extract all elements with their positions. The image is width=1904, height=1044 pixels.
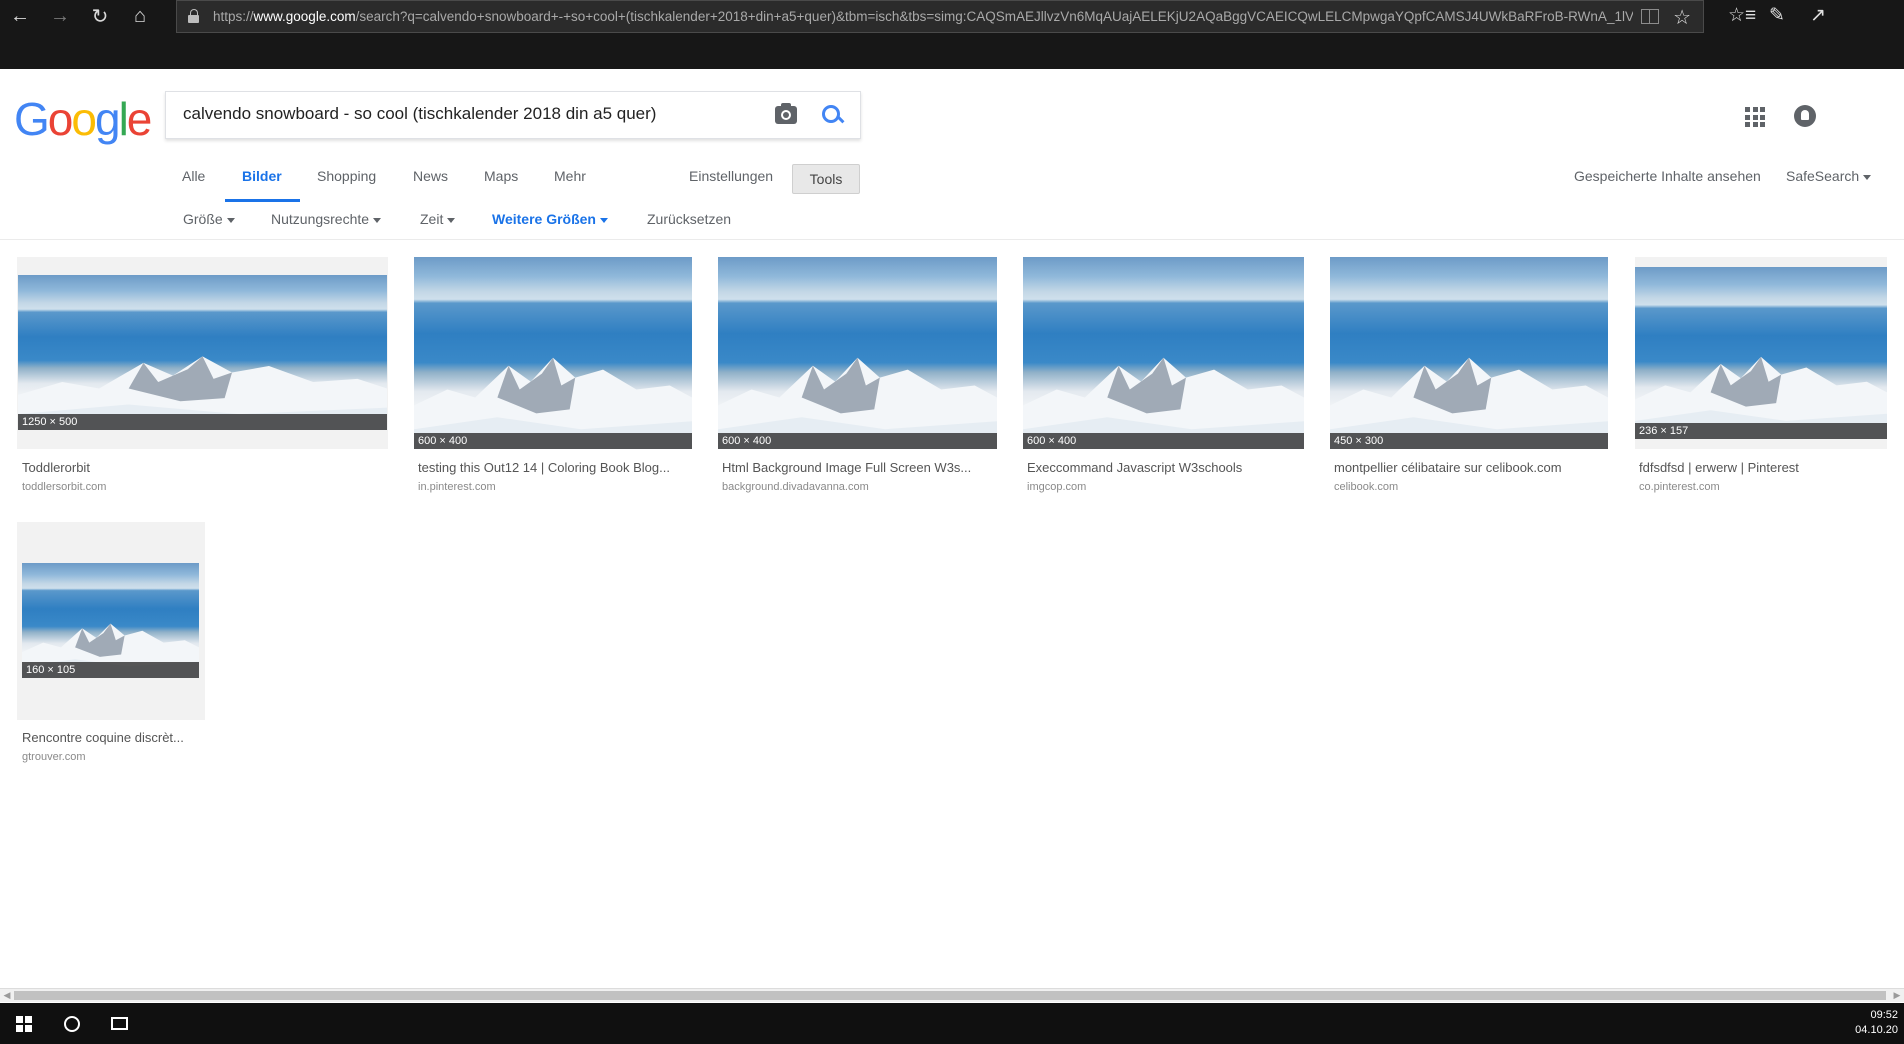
cortana-search-icon[interactable]: [64, 1016, 80, 1032]
address-url: https://www.google.com/search?q=calvendo…: [213, 9, 1633, 24]
chevron-down-icon: [447, 217, 456, 223]
browser-chrome: ← → ↻ ⌂ https://www.google.com/search?q=…: [0, 0, 1904, 69]
result-image[interactable]: 236 × 157: [1635, 267, 1887, 439]
horizontal-scrollbar[interactable]: ◀ ▶: [0, 988, 1904, 1002]
result-title[interactable]: testing this Out12 14 | Coloring Book Bl…: [418, 460, 690, 475]
image-dimensions: 450 × 300: [1330, 433, 1608, 449]
logo-letter: o: [47, 93, 74, 145]
image-dimensions: 600 × 400: [718, 433, 997, 449]
system-clock[interactable]: 09:52 04.10.20: [1855, 1008, 1898, 1038]
tab-images[interactable]: Bilder: [242, 168, 282, 184]
scroll-left-icon[interactable]: ◀: [0, 989, 14, 1002]
mountain-image: [1330, 357, 1608, 449]
result-image[interactable]: 450 × 300: [1330, 257, 1608, 449]
scroll-right-icon[interactable]: ▶: [1890, 989, 1904, 1002]
filter-size[interactable]: Größe: [183, 211, 235, 227]
chevron-down-icon: [1863, 174, 1872, 180]
favorites-list-icon[interactable]: ☆≡: [1728, 4, 1756, 27]
chevron-down-icon: [600, 217, 608, 223]
google-logo[interactable]: Google: [14, 92, 153, 146]
logo-letter: e: [126, 93, 153, 145]
result-title[interactable]: fdfsdfsd | erwerw | Pinterest: [1639, 460, 1887, 475]
result-domain[interactable]: gtrouver.com: [22, 751, 86, 763]
image-dimensions: 236 × 157: [1635, 423, 1887, 439]
camera-icon[interactable]: [775, 103, 797, 124]
result-image[interactable]: 600 × 400: [414, 257, 692, 449]
tab-more[interactable]: Mehr: [554, 168, 586, 184]
filter-reset[interactable]: Zurücksetzen: [647, 211, 731, 227]
logo-letter: l: [118, 93, 129, 145]
safesearch-dropdown[interactable]: SafeSearch: [1786, 168, 1872, 184]
lock-icon: [187, 8, 201, 25]
avatar[interactable]: [1838, 90, 1894, 140]
result-image[interactable]: 600 × 400: [718, 257, 997, 449]
logo-letter: g: [94, 93, 121, 145]
saved-content-link[interactable]: Gespeicherte Inhalte ansehen: [1574, 168, 1761, 184]
filter-time-label: Zeit: [420, 211, 444, 227]
scrollbar-thumb[interactable]: [14, 991, 1886, 1000]
result-title[interactable]: Execcommand Javascript W3schools: [1027, 460, 1303, 475]
chevron-down-icon: [226, 217, 235, 223]
mountain-image: [414, 357, 692, 449]
tab-all[interactable]: Alle: [182, 168, 205, 184]
filter-more-sizes[interactable]: Weitere Größen: [492, 211, 608, 227]
clock-time: 09:52: [1870, 1009, 1898, 1021]
home-icon[interactable]: ⌂: [120, 0, 160, 33]
clock-date: 04.10.20: [1855, 1024, 1898, 1036]
result-title[interactable]: Html Background Image Full Screen W3s...: [722, 460, 994, 475]
image-dimensions: 600 × 400: [1023, 433, 1304, 449]
address-bar[interactable]: https://www.google.com/search?q=calvendo…: [176, 0, 1704, 33]
result-image[interactable]: 1250 × 500: [18, 275, 387, 430]
result-image[interactable]: 600 × 400: [1023, 257, 1304, 449]
result-title[interactable]: Toddlerorbit: [22, 460, 382, 475]
windows-taskbar: 09:52 04.10.20: [0, 1003, 1904, 1044]
windows-start-icon[interactable]: [16, 1016, 32, 1032]
filter-size-label: Größe: [183, 211, 223, 227]
filter-more-sizes-label: Weitere Größen: [492, 211, 596, 227]
chevron-down-icon: [373, 217, 382, 223]
tools-button[interactable]: Tools: [792, 164, 860, 194]
result-domain[interactable]: co.pinterest.com: [1639, 481, 1720, 493]
favorite-star-icon[interactable]: ☆: [1673, 5, 1691, 30]
reading-view-icon[interactable]: [1641, 9, 1659, 24]
refresh-icon[interactable]: ↻: [80, 0, 120, 33]
image-dimensions: 1250 × 500: [18, 414, 387, 430]
result-domain[interactable]: imgcop.com: [1027, 481, 1086, 493]
result-domain[interactable]: background.divadavanna.com: [722, 481, 869, 493]
forward-icon[interactable]: →: [40, 0, 80, 33]
notifications-icon[interactable]: [1794, 105, 1816, 127]
tab-news[interactable]: News: [413, 168, 448, 184]
active-tab-indicator: [225, 199, 300, 202]
result-image[interactable]: 160 × 105: [22, 563, 199, 678]
result-domain[interactable]: toddlersorbit.com: [22, 481, 106, 493]
settings-link[interactable]: Einstellungen: [689, 168, 773, 184]
safesearch-label: SafeSearch: [1786, 168, 1860, 184]
search-icon[interactable]: [821, 104, 845, 128]
result-title[interactable]: Rencontre coquine discrèt...: [22, 730, 202, 745]
image-dimensions: 600 × 400: [414, 433, 692, 449]
pen-notes-icon[interactable]: ✎: [1769, 4, 1785, 27]
search-box: [165, 91, 861, 139]
logo-letter: G: [14, 93, 50, 145]
task-view-icon[interactable]: [111, 1017, 128, 1030]
apps-grid-icon[interactable]: [1745, 107, 1765, 127]
filter-time[interactable]: Zeit: [420, 211, 456, 227]
mountain-image: [1023, 357, 1304, 449]
tab-maps[interactable]: Maps: [484, 168, 518, 184]
result-domain[interactable]: celibook.com: [1334, 481, 1398, 493]
filter-usage-rights[interactable]: Nutzungsrechte: [271, 211, 382, 227]
image-dimensions: 160 × 105: [22, 662, 199, 678]
filter-usage-rights-label: Nutzungsrechte: [271, 211, 370, 227]
share-icon[interactable]: ↗: [1810, 4, 1826, 27]
header-divider: [0, 239, 1904, 240]
result-domain[interactable]: in.pinterest.com: [418, 481, 496, 493]
back-icon[interactable]: ←: [0, 0, 40, 33]
mountain-image: [718, 357, 997, 449]
tab-shopping[interactable]: Shopping: [317, 168, 376, 184]
logo-letter: o: [71, 93, 97, 145]
search-input[interactable]: [183, 104, 763, 124]
result-title[interactable]: montpellier célibataire sur celibook.com: [1334, 460, 1606, 475]
